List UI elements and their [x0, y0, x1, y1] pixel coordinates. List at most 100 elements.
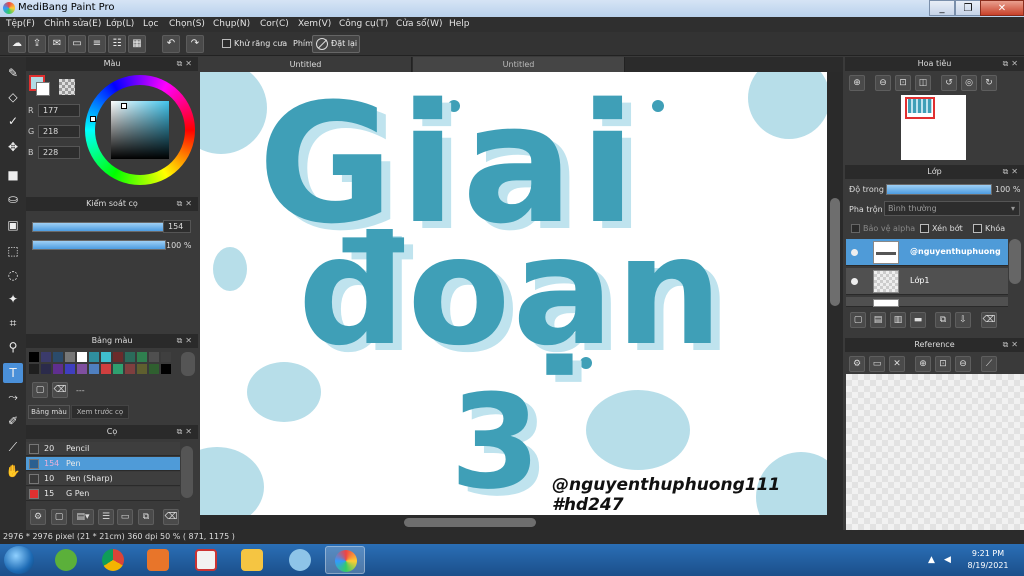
bucket-tool-icon[interactable]: ⛀ [3, 189, 23, 209]
palette-swatch[interactable] [161, 352, 171, 362]
eye-icon[interactable] [851, 249, 858, 256]
reset-rotation-icon[interactable]: ◎ [961, 75, 977, 91]
operation-tool-icon[interactable]: ⤳ [3, 387, 23, 407]
panel-controls[interactable]: ⧉✕ [1003, 338, 1021, 352]
palette-swatch[interactable] [137, 352, 147, 362]
layer-item-layer1[interactable]: Lớp1 [846, 268, 1008, 295]
grid-menu-icon[interactable]: ☷ [108, 35, 126, 53]
tab-palette[interactable]: Bảng màu [28, 405, 70, 419]
menu-view[interactable]: Xem(V) [298, 19, 331, 29]
menu-color[interactable]: Cor(C) [260, 19, 289, 29]
protect-alpha-checkbox[interactable] [851, 224, 860, 233]
page-icon[interactable]: ▭ [68, 35, 86, 53]
color-picker-marker[interactable] [121, 103, 127, 109]
brush-menu-icon[interactable]: ▤▾ [72, 509, 94, 525]
palette-swatch[interactable] [125, 352, 135, 362]
divide-tool-icon[interactable]: ✐ [3, 411, 23, 431]
drawing-canvas[interactable]: Giai đoạn 3 @nguyenthuphuong111 #hd247 [200, 72, 827, 515]
canvas-vertical-scrollbar[interactable] [827, 72, 843, 515]
transparent-color-swatch[interactable] [59, 79, 75, 95]
eraser-tool-icon[interactable]: ◇ [3, 87, 23, 107]
merge-layer-icon[interactable]: ⇩ [955, 312, 971, 328]
volume-icon[interactable]: ◀ [944, 555, 951, 565]
select-rect-tool-icon[interactable]: ⬚ [3, 241, 23, 261]
palette-swatch[interactable] [77, 364, 87, 374]
palette-swatch[interactable] [41, 352, 51, 362]
red-input[interactable]: 177 [38, 104, 80, 117]
select-eraser-tool-icon[interactable]: ⚲ [3, 337, 23, 357]
eye-icon[interactable] [851, 278, 858, 285]
document-icon[interactable]: ≡ [88, 35, 106, 53]
brush-item-pen[interactable]: 154 Pen [26, 457, 180, 471]
menu-help[interactable]: Help [449, 19, 470, 29]
tab-brush-preview[interactable]: Xem trước cọ [71, 405, 129, 419]
lock-checkbox[interactable] [973, 224, 982, 233]
share-icon[interactable]: ⇪ [28, 35, 46, 53]
maximize-button[interactable]: ❐ [955, 0, 981, 16]
comment-icon[interactable]: ✉ [48, 35, 66, 53]
taskbar-explorer[interactable] [232, 546, 272, 574]
rotate-left-icon[interactable]: ↺ [941, 75, 957, 91]
antialias-checkbox[interactable] [222, 39, 231, 48]
clipping-checkbox[interactable] [920, 224, 929, 233]
layer-list-scrollbar[interactable] [1009, 239, 1021, 284]
layer-item-partial[interactable] [846, 297, 1008, 307]
brush-size-input[interactable]: 154 [163, 220, 191, 233]
brush-size-slider[interactable] [32, 222, 166, 232]
new-folder-icon[interactable]: ▬ [910, 312, 926, 328]
palette-swatch[interactable] [77, 352, 87, 362]
brush-item-pen-sharp[interactable]: 10 Pen (Sharp) [26, 472, 180, 486]
palette-swatch[interactable] [161, 364, 171, 374]
tray-expand-icon[interactable]: ▲ [928, 555, 935, 565]
rotate-right-icon[interactable]: ↻ [981, 75, 997, 91]
blend-mode-select[interactable]: Bình thường ▾ [884, 201, 1020, 216]
hand-tool-icon[interactable]: ✋ [3, 461, 23, 481]
palette-swatch[interactable] [149, 364, 159, 374]
duplicate-brush-icon[interactable]: ⧉ [138, 509, 154, 525]
palette-swatch[interactable] [41, 364, 51, 374]
palette-swatch[interactable] [29, 352, 39, 362]
panel-controls[interactable]: ⧉✕ [1003, 165, 1021, 179]
reference-area[interactable] [846, 374, 1024, 530]
zoom-in-icon[interactable]: ⊕ [849, 75, 865, 91]
reference-close-icon[interactable]: ✕ [889, 356, 905, 372]
palette-swatch[interactable] [53, 364, 63, 374]
panel-controls[interactable]: ⧉✕ [177, 57, 195, 71]
reference-add-icon[interactable]: ⚙ [849, 356, 865, 372]
gradient-tool-icon[interactable]: ▣ [3, 215, 23, 235]
reset-button[interactable]: Đặt lại [312, 35, 360, 53]
menu-edit[interactable]: Chỉnh sửa(E) [44, 19, 101, 29]
actual-size-icon[interactable]: ◫ [915, 75, 931, 91]
start-button[interactable] [4, 546, 34, 574]
brush-item-g-pen[interactable]: 15 G Pen [26, 487, 180, 501]
palette-swatch[interactable] [29, 364, 39, 374]
brush-settings-icon[interactable]: ☰ [98, 509, 114, 525]
fill-rect-tool-icon[interactable]: ■ [3, 165, 23, 185]
delete-palette-icon[interactable]: ⌫ [52, 382, 68, 398]
new-palette-icon[interactable]: ▢ [32, 382, 48, 398]
taskbar-app-1[interactable] [46, 546, 86, 574]
menu-snap[interactable]: Chụp(N) [213, 19, 250, 29]
menu-window[interactable]: Cửa sổ(W) [396, 19, 442, 29]
eyedropper-tool-icon[interactable]: ⟋ [3, 437, 23, 457]
panel-controls[interactable]: ⧉✕ [1003, 57, 1021, 71]
canvas-horizontal-scrollbar[interactable] [200, 515, 843, 530]
panel-controls[interactable]: ⧉✕ [177, 334, 195, 348]
reference-fit-icon[interactable]: ⊡ [935, 356, 951, 372]
move-tool-icon[interactable]: ✥ [3, 137, 23, 157]
horizontal-scroll-thumb[interactable] [404, 518, 536, 527]
saturation-value-square[interactable] [111, 101, 169, 159]
taskbar-media[interactable] [138, 546, 178, 574]
panel-controls[interactable]: ⧉✕ [177, 425, 195, 439]
brush-item-pencil[interactable]: 20 Pencil [26, 442, 180, 456]
document-tab-1[interactable]: Untitled [200, 57, 412, 72]
background-color-swatch[interactable] [36, 82, 50, 96]
menu-file[interactable]: Tệp(F) [6, 19, 35, 29]
reference-zoom-out-icon[interactable]: ⊖ [955, 356, 971, 372]
brush-opacity-slider[interactable] [32, 240, 166, 250]
menu-select[interactable]: Chọn(S) [169, 19, 205, 29]
menu-layer[interactable]: Lớp(L) [106, 19, 134, 29]
grid-icon[interactable]: ▦ [128, 35, 146, 53]
menu-tools[interactable]: Công cụ(T) [339, 19, 388, 29]
duplicate-layer-icon[interactable]: ⧉ [935, 312, 951, 328]
